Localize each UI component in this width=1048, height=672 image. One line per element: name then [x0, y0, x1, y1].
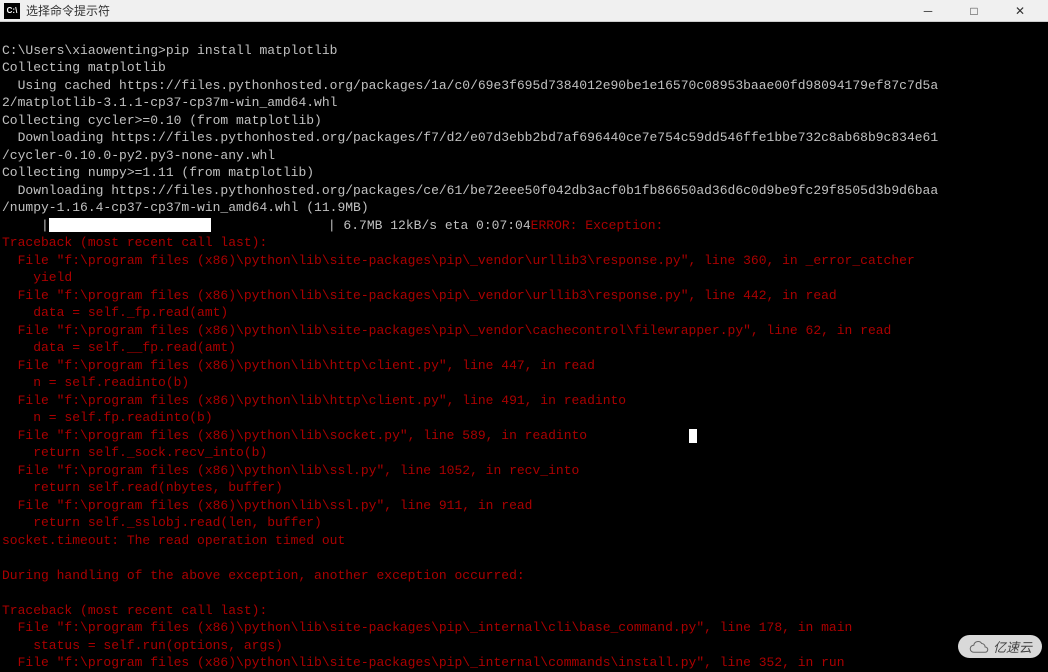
output-line: Downloading https://files.pythonhosted.o…: [2, 130, 938, 145]
output-line: Collecting matplotlib: [2, 60, 166, 75]
terminal-output[interactable]: C:\Users\xiaowenting>pip install matplot…: [0, 22, 1048, 672]
prompt-line: C:\Users\xiaowenting>pip install matplot…: [2, 43, 337, 58]
traceback-line: return self.read(nbytes, buffer): [2, 480, 283, 495]
output-line: Collecting numpy>=1.11 (from matplotlib): [2, 165, 314, 180]
traceback-line: Traceback (most recent call last):: [2, 235, 267, 250]
traceback-line: File "f:\program files (x86)\python\lib\…: [2, 393, 626, 408]
traceback-line: socket.timeout: The read operation timed…: [2, 533, 345, 548]
traceback-line: File "f:\program files (x86)\python\lib\…: [2, 620, 852, 635]
output-line: Downloading https://files.pythonhosted.o…: [2, 183, 938, 198]
watermark-text: 亿速云: [993, 637, 1032, 656]
close-button[interactable]: ✕: [1006, 2, 1034, 20]
traceback-line: return self._sock.recv_into(b): [2, 445, 267, 460]
traceback-line: File "f:\program files (x86)\python\lib\…: [2, 253, 915, 268]
traceback-line: File "f:\program files (x86)\python\lib\…: [2, 655, 845, 670]
output-line: Using cached https://files.pythonhosted.…: [2, 78, 938, 93]
traceback-line: Traceback (most recent call last):: [2, 603, 267, 618]
window-title: 选择命令提示符: [26, 2, 914, 19]
traceback-line: return self._sslobj.read(len, buffer): [2, 515, 322, 530]
traceback-line: File "f:\program files (x86)\python\lib\…: [2, 288, 837, 303]
traceback-line: status = self.run(options, args): [2, 638, 283, 653]
cursor: [689, 429, 697, 443]
traceback-line: File "f:\program files (x86)\python\lib\…: [2, 428, 697, 443]
output-line: /cycler-0.10.0-py2.py3-none-any.whl: [2, 148, 275, 163]
error-label: ERROR: Exception:: [531, 218, 664, 233]
progress-line: | | 6.7MB 12kB/s eta 0:07:04ERROR: Excep…: [2, 218, 663, 233]
output-line: /numpy-1.16.4-cp37-cp37m-win_amd64.whl (…: [2, 200, 369, 215]
minimize-button[interactable]: ─: [914, 2, 942, 20]
maximize-button[interactable]: □: [960, 2, 988, 20]
traceback-line: File "f:\program files (x86)\python\lib\…: [2, 498, 533, 513]
traceback-line: n = self.fp.readinto(b): [2, 410, 213, 425]
traceback-line: File "f:\program files (x86)\python\lib\…: [2, 323, 891, 338]
watermark: 亿速云: [958, 635, 1042, 658]
cmd-icon: C:\: [4, 3, 20, 19]
output-line: Collecting cycler>=0.10 (from matplotlib…: [2, 113, 322, 128]
window-controls: ─ □ ✕: [914, 2, 1044, 20]
traceback-line: yield: [2, 270, 72, 285]
traceback-line: During handling of the above exception, …: [2, 568, 525, 583]
traceback-line: data = self._fp.read(amt): [2, 305, 228, 320]
cloud-icon: [968, 640, 990, 654]
output-line: 2/matplotlib-3.1.1-cp37-cp37m-win_amd64.…: [2, 95, 337, 110]
traceback-line: data = self.__fp.read(amt): [2, 340, 236, 355]
traceback-line: File "f:\program files (x86)\python\lib\…: [2, 358, 595, 373]
window-titlebar: C:\ 选择命令提示符 ─ □ ✕: [0, 0, 1048, 22]
traceback-line: File "f:\program files (x86)\python\lib\…: [2, 463, 579, 478]
traceback-line: n = self.readinto(b): [2, 375, 189, 390]
